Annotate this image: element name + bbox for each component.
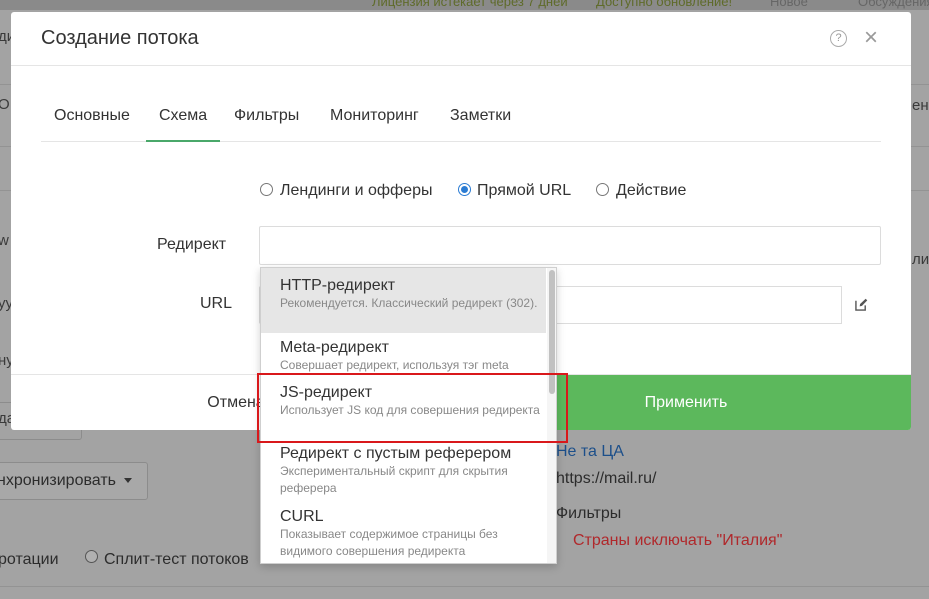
apply-button-label: Применить: [644, 394, 728, 411]
edit-icon: [855, 298, 868, 311]
not-ta-link[interactable]: Не та ЦА: [556, 443, 624, 461]
tab-filters[interactable]: Фильтры: [221, 100, 312, 142]
exclude-countries-text: Страны исключать "Италия": [573, 532, 783, 549]
redirect-label: Редирект: [157, 236, 227, 253]
top-button-discussions[interactable]: Обсуждения: [858, 0, 929, 9]
radio-label: Лендинги и офферы: [280, 182, 433, 199]
url-edit-button[interactable]: [841, 286, 881, 324]
mail-url-text: https://mail.ru/: [556, 470, 657, 487]
dropdown-item-curl[interactable]: CURL Показывает содержимое страницы без …: [261, 500, 546, 563]
dropdown-item-description: Показывает содержимое страницы без видим…: [280, 527, 498, 558]
tab-bar: Основные Схема Фильтры Мониторинг Заметк…: [41, 100, 881, 142]
dropdown-item-title: Редирект с пустым реферером: [280, 445, 512, 462]
chevron-down-icon: [124, 478, 133, 484]
dropdown-item-title: CURL: [280, 508, 324, 525]
close-icon[interactable]: ×: [864, 26, 878, 50]
modal-header: Создание потока ? ×: [11, 12, 911, 66]
radio-button[interactable]: [596, 183, 609, 196]
tab-basic[interactable]: Основные: [41, 100, 143, 142]
bg-fragment: O: [0, 96, 10, 113]
dropdown-item-description: Рекомендуется. Классический редирект (30…: [280, 296, 538, 310]
dropdown-item-title: HTTP-редирект: [280, 277, 396, 294]
bg-fragment: w: [0, 232, 9, 249]
update-available-text[interactable]: Доступно обновление!: [596, 0, 732, 9]
bg-fragment: ли: [912, 251, 929, 268]
redirect-select[interactable]: [259, 226, 881, 265]
split-test-label: Сплит-тест потоков: [104, 551, 249, 568]
top-button-new[interactable]: Новое: [770, 0, 808, 9]
radio-button-checked[interactable]: [458, 183, 471, 196]
dropdown-item-empty-referer-redirect[interactable]: Редирект с пустым реферером Эксперимента…: [261, 438, 546, 500]
radio-label: Действие: [616, 182, 687, 199]
split-test-radio[interactable]: [85, 550, 98, 563]
bg-fragment: ены: [912, 97, 929, 114]
sync-button-label: нхронизировать: [0, 472, 117, 489]
radio-button[interactable]: [260, 183, 273, 196]
dropdown-item-http-redirect[interactable]: HTTP-редирект Рекомендуется. Классически…: [261, 268, 546, 333]
dropdown-item-description: Совершает редирект, используя тэг meta: [280, 358, 509, 372]
radio-label: Прямой URL: [477, 182, 572, 199]
tab-notes[interactable]: Заметки: [437, 100, 524, 142]
filters-text: Фильтры: [556, 505, 622, 522]
dropdown-item-title: Meta-редирект: [280, 339, 389, 356]
help-icon[interactable]: ?: [830, 30, 847, 47]
sync-button[interactable]: нхронизировать: [0, 462, 148, 500]
license-status-text: Лицензия истекает через 7 дней: [372, 0, 568, 9]
tab-schema[interactable]: Схема: [146, 100, 221, 142]
bg-divider: [0, 586, 929, 587]
rotation-label: ротации: [0, 551, 59, 568]
dropdown-item-description: Экспериментальный скрипт для скрытия реф…: [280, 464, 508, 495]
modal-title: Создание потока: [41, 27, 199, 49]
tab-monitoring[interactable]: Мониторинг: [317, 100, 432, 142]
url-label: URL: [200, 295, 233, 312]
highlight-box: [257, 373, 568, 443]
dropdown-item-meta-redirect[interactable]: Meta-редирект Совершает редирект, исполь…: [261, 333, 546, 375]
top-bar: Лицензия истекает через 7 дней Доступно …: [0, 0, 929, 10]
